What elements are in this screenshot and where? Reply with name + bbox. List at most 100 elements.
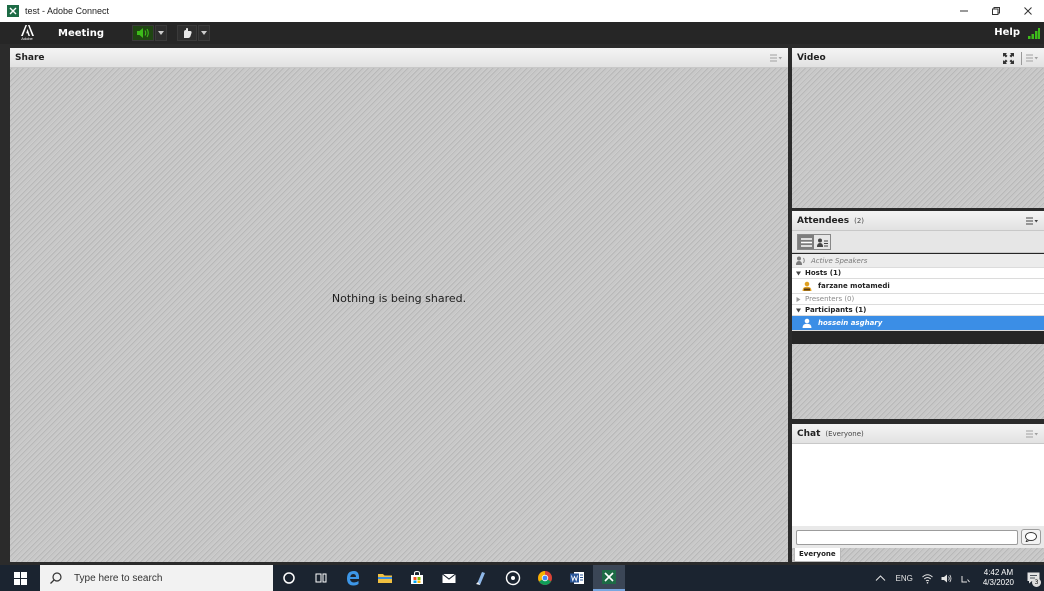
attendee-cards-icon — [816, 238, 828, 247]
chat-send-button[interactable] — [1021, 529, 1041, 545]
chevron-down-icon — [201, 31, 208, 35]
pod-options-icon[interactable] — [1026, 430, 1038, 438]
participants-group-row[interactable]: Participants (1) — [792, 305, 1044, 316]
hand-icon — [184, 28, 192, 38]
video-content-area — [792, 68, 1044, 208]
pod-options-icon[interactable] — [770, 54, 782, 62]
language-indicator[interactable]: ENG — [896, 574, 913, 583]
hosts-group-label: Hosts (1) — [805, 269, 842, 277]
speaker-button[interactable] — [132, 25, 155, 41]
chrome-icon — [538, 571, 552, 585]
adobe-connect-taskbar-icon — [602, 570, 616, 584]
video-pod-header: Video — [792, 48, 1044, 68]
list-view-icon — [800, 237, 812, 247]
participant-name: hossein asghary — [818, 319, 883, 327]
connection-signal-icon — [1028, 28, 1040, 39]
share-pod-title: Share — [15, 52, 45, 63]
attendees-count: (2) — [854, 216, 865, 225]
speaker-dropdown[interactable] — [155, 25, 168, 41]
raise-hand-button[interactable] — [177, 25, 198, 41]
minimize-button[interactable] — [948, 0, 980, 22]
chat-input[interactable] — [796, 530, 1018, 545]
share-pod-header: Share — [10, 48, 788, 68]
chat-tabs: Everyone — [792, 548, 1044, 562]
attendees-pod: Attendees (2) Active Speakers Hosts (1) … — [792, 211, 1044, 419]
taskbar-search[interactable]: Type here to search — [40, 565, 273, 591]
header-divider — [1021, 52, 1022, 65]
minimize-icon — [960, 10, 968, 12]
expanded-triangle-icon — [796, 308, 801, 312]
pod-options-icon[interactable] — [1026, 54, 1038, 62]
restore-icon — [992, 7, 1000, 15]
windows-taskbar: Type here to search ENG 4:42 AM 4/3/2020… — [0, 565, 1044, 591]
windows-logo-icon — [13, 571, 27, 585]
store-button[interactable] — [401, 565, 433, 591]
adobe-logo-text: Adobe — [21, 36, 33, 41]
meeting-menu[interactable]: Meeting — [58, 28, 104, 39]
attendee-view-toggle — [797, 234, 831, 250]
edge-icon — [347, 571, 360, 586]
attendees-pod-title: Attendees — [797, 215, 850, 226]
share-content-area: Nothing is being shared. — [10, 68, 788, 562]
pod-options-icon[interactable] — [1026, 217, 1038, 225]
video-pod-title: Video — [797, 52, 826, 63]
attendee-cards-button[interactable] — [814, 235, 830, 249]
presenters-group-row[interactable]: Presenters (0) — [792, 294, 1044, 305]
system-tray: ENG 4:42 AM 4/3/2020 3 — [875, 565, 1044, 591]
attendee-row[interactable]: hossein asghary — [792, 316, 1044, 331]
file-explorer-button[interactable] — [369, 565, 401, 591]
expanded-triangle-icon — [796, 271, 801, 275]
share-pod: Share Nothing is being shared. — [10, 48, 788, 562]
attendee-row[interactable]: farzane motamedi — [792, 279, 1044, 294]
chevron-down-icon — [158, 31, 165, 35]
cortana-button[interactable] — [273, 565, 305, 591]
adobe-logo-icon — [20, 25, 34, 36]
mail-button[interactable] — [433, 565, 465, 591]
attendee-list-empty-area — [792, 344, 1044, 419]
keyboard-layout-icon[interactable] — [960, 573, 971, 584]
adobe-logo: Adobe — [14, 22, 40, 44]
volume-icon[interactable] — [941, 573, 952, 584]
chrome-button[interactable] — [529, 565, 561, 591]
participant-user-icon — [802, 318, 812, 328]
nothing-shared-message: Nothing is being shared. — [331, 292, 467, 305]
media-button[interactable] — [497, 565, 529, 591]
list-view-button[interactable] — [798, 235, 814, 249]
active-speaker-icon — [796, 256, 805, 265]
cortana-icon — [283, 572, 295, 584]
chat-messages-area — [792, 444, 1044, 526]
close-button[interactable] — [1012, 0, 1044, 22]
task-view-button[interactable] — [305, 565, 337, 591]
hosts-group-row[interactable]: Hosts (1) — [792, 268, 1044, 279]
chat-input-row — [792, 526, 1044, 548]
chat-pod-header: Chat (Everyone) — [792, 424, 1044, 444]
restore-button[interactable] — [980, 0, 1012, 22]
action-center-button[interactable]: 3 — [1022, 565, 1044, 591]
status-dropdown[interactable] — [198, 25, 211, 41]
close-icon — [1024, 7, 1032, 15]
window-title: test - Adobe Connect — [25, 6, 110, 16]
speech-bubble-icon — [1025, 532, 1037, 542]
collapsed-triangle-icon — [796, 296, 801, 302]
chevron-up-icon[interactable] — [875, 573, 886, 584]
word-button[interactable] — [561, 565, 593, 591]
adobe-connect-taskbar-button[interactable] — [593, 565, 625, 591]
taskbar-clock[interactable]: 4:42 AM 4/3/2020 — [983, 568, 1014, 588]
help-menu[interactable]: Help — [994, 27, 1020, 38]
chat-pod-title: Chat — [797, 428, 821, 439]
chat-scope: (Everyone) — [825, 429, 864, 438]
tab-everyone[interactable]: Everyone — [794, 548, 841, 562]
adobe-connect-icon — [7, 5, 19, 17]
edge-button[interactable] — [337, 565, 369, 591]
active-speakers-label: Active Speakers — [811, 256, 868, 265]
task-view-icon — [315, 573, 327, 583]
presenters-group-label: Presenters (0) — [805, 295, 855, 303]
mail-icon — [442, 573, 456, 583]
file-explorer-icon — [378, 574, 392, 583]
app-button[interactable] — [465, 565, 497, 591]
fullscreen-icon[interactable] — [1003, 53, 1014, 64]
attendees-pod-header: Attendees (2) — [792, 211, 1044, 231]
wifi-icon[interactable] — [922, 573, 933, 584]
start-button[interactable] — [0, 565, 40, 591]
word-icon — [570, 572, 584, 584]
